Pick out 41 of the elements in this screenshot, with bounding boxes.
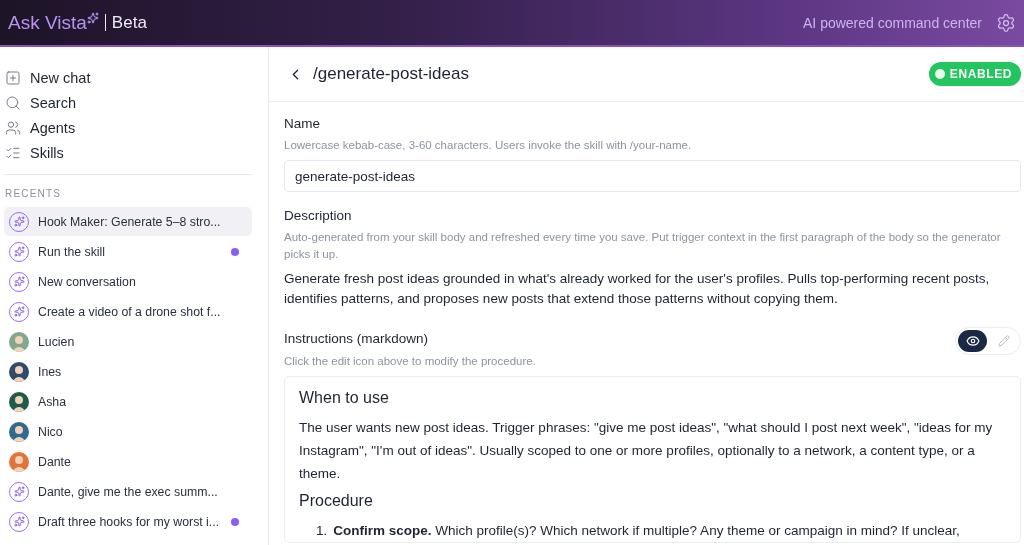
field-label: Instructions (markdown) (284, 330, 429, 346)
section-heading: Procedure (299, 492, 374, 510)
brand-name: Ask Vista (8, 11, 87, 34)
name-field[interactable]: generate-post-ideas (284, 160, 1021, 192)
nav-item[interactable]: Skills (0, 140, 268, 165)
section-heading: When to use (299, 389, 390, 407)
recent-item[interactable]: Dante (4, 447, 252, 476)
recent-item[interactable]: New conversation (4, 267, 252, 296)
field-hint: Lowercase kebab-case, 3-60 characters. Users invoke the skill with /your-name. (284, 138, 693, 153)
recent-item[interactable]: Run the skill (4, 237, 252, 266)
recent-item[interactable]: Asha (4, 387, 252, 416)
recent-item[interactable]: Hook Maker: Generate 5–8 stro... (4, 207, 252, 236)
recent-item[interactable]: Lucien (4, 327, 252, 356)
recent-item[interactable]: Ines (4, 357, 252, 386)
nav-item[interactable]: Agents (0, 115, 268, 140)
nav-item[interactable]: New chat (0, 65, 268, 90)
field-hint: Click the edit icon above to modify the procedure. (284, 354, 537, 369)
field-label: Name (284, 116, 321, 131)
beta-label: Beta (104, 14, 147, 31)
paragraph: The user wants new post ideas. Trigger phrases: "give me post ideas", "what should I post next week", "ideas for my Instagram", "I'm out of ideas". Usually scoped to one or more profiles, optionally to a network, a content type, or a theme. (299, 419, 994, 483)
list-item-text: Confirm scope. Which profile(s)? Which network if multiple? Any theme or campaign in mind? If unclear, (333, 522, 960, 540)
recent-item[interactable]: Dante, give me the exec summ... (4, 477, 252, 506)
description-text: Generate fresh post ideas grounded in what's already worked for the user's profiles. Pulls top-performing recent posts, identifies patterns, and proposes new posts that extend those patterns without copying them. (284, 270, 991, 308)
preview-button[interactable] (958, 330, 987, 352)
section-title: RECENTS (4, 188, 63, 199)
recent-item[interactable]: Create a video of a drone shot f... (4, 297, 252, 326)
eye-icon (965, 334, 980, 348)
people-icon (5, 119, 21, 136)
settings-button[interactable] (996, 12, 1016, 33)
tagline: AI powered command center (803, 14, 982, 31)
sparkle-icon (86, 11, 99, 24)
new-chat-icon (5, 69, 21, 86)
nav-item[interactable]: Search (0, 90, 268, 115)
skill-title: /generate-post-ideas (313, 64, 469, 84)
list-number: 1. (316, 522, 328, 540)
pencil-icon (997, 335, 1010, 347)
field-hint: Auto-generated from your skill body and refreshed every time you save. Put trigger context in the first paragraph of the body so the generator picks it up. (284, 230, 1002, 262)
field-label: Description (284, 208, 353, 223)
search-icon (5, 94, 21, 111)
recent-item[interactable]: Nico (4, 417, 252, 446)
recent-item[interactable]: Draft three hooks for my worst i... (4, 507, 252, 536)
